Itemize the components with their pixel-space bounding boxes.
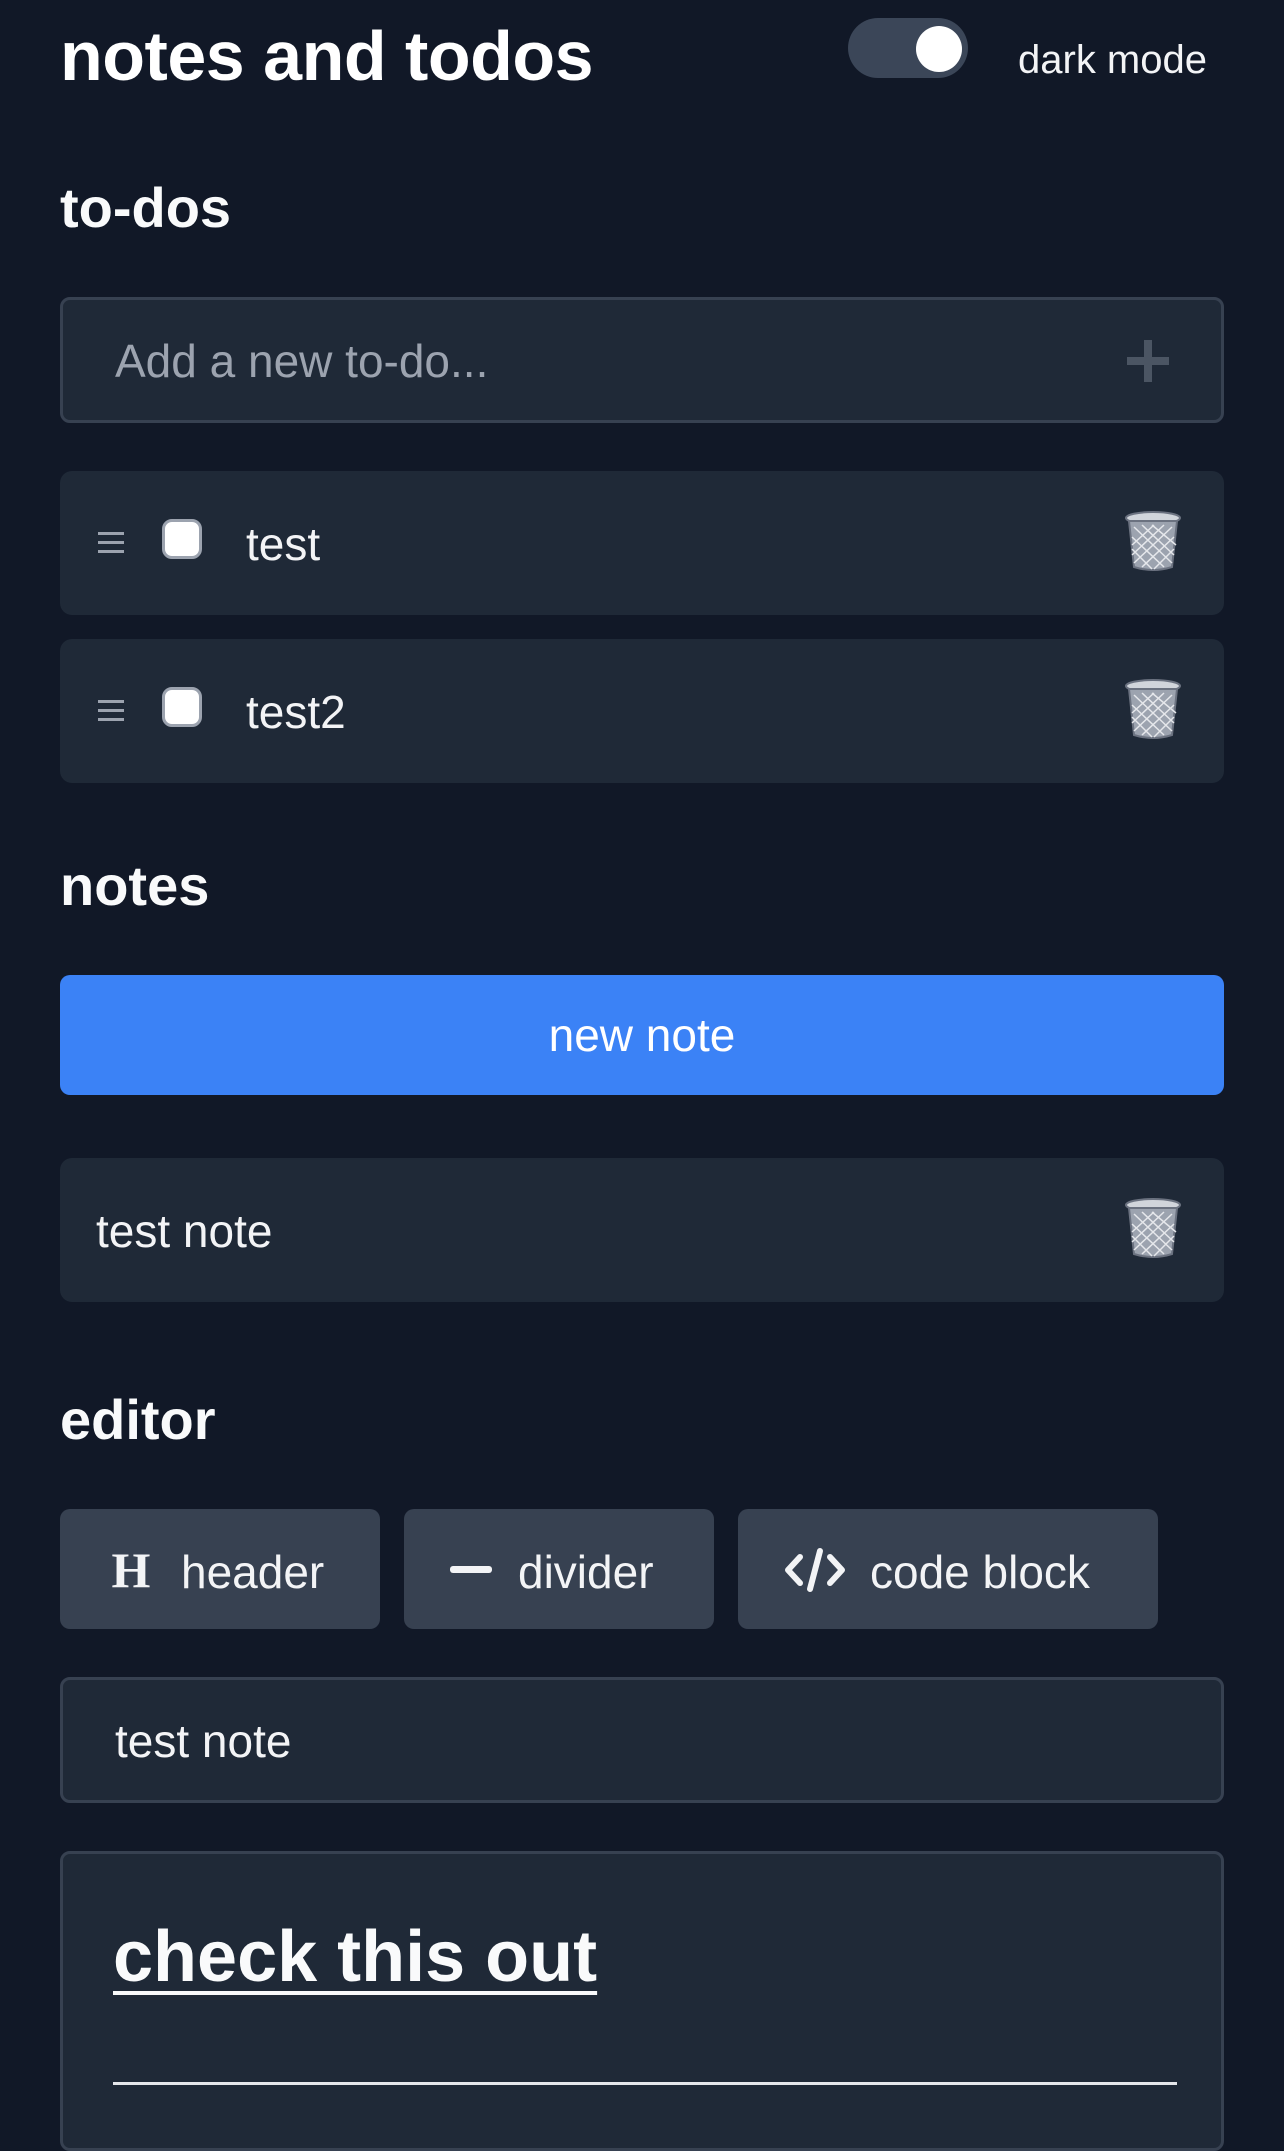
- trash-icon[interactable]: [1124, 1198, 1182, 1260]
- code-icon: [785, 1548, 845, 1592]
- todo-input-box: [60, 297, 1224, 423]
- dark-mode-toggle[interactable]: [848, 18, 968, 78]
- plus-icon[interactable]: [1125, 338, 1171, 384]
- drag-handle-icon[interactable]: [98, 531, 124, 555]
- notes-section-title: notes: [60, 854, 210, 917]
- code-block-button-label: code block: [870, 1546, 1090, 1598]
- drag-handle-icon[interactable]: [98, 699, 124, 723]
- top-bar: notes and todos dark mode: [60, 0, 1224, 120]
- todos-section-title: to-dos: [60, 176, 232, 239]
- note-content-editor[interactable]: check this out: [60, 1851, 1224, 2151]
- minus-icon: [450, 1566, 492, 1573]
- todo-checkbox[interactable]: [162, 687, 202, 727]
- note-item[interactable]: test note: [60, 1158, 1224, 1302]
- app-title: notes and todos: [60, 17, 594, 95]
- todo-item: test: [60, 471, 1224, 615]
- note-title-input[interactable]: [113, 1680, 1177, 1802]
- note-title-box: [60, 1677, 1224, 1803]
- todo-item: test2: [60, 639, 1224, 783]
- todo-input[interactable]: [113, 300, 1077, 422]
- content-divider: [113, 2082, 1177, 2085]
- divider-button-label: divider: [518, 1546, 654, 1598]
- svg-text:H: H: [112, 1545, 151, 1593]
- content-heading: check this out: [113, 1917, 598, 1997]
- toggle-knob: [916, 26, 962, 72]
- header-button-label: header: [181, 1546, 325, 1598]
- heading-icon: H: [112, 1545, 151, 1593]
- divider-button[interactable]: divider: [404, 1509, 714, 1629]
- todo-text: test: [246, 518, 321, 570]
- trash-icon[interactable]: [1124, 511, 1182, 573]
- note-title: test note: [96, 1205, 273, 1257]
- todo-text: test2: [246, 686, 346, 738]
- todo-checkbox[interactable]: [162, 519, 202, 559]
- new-note-button[interactable]: new note: [60, 975, 1224, 1095]
- code-block-button[interactable]: code block: [738, 1509, 1158, 1629]
- editor-section-title: editor: [60, 1388, 216, 1451]
- trash-icon[interactable]: [1124, 679, 1182, 741]
- dark-mode-label: dark mode: [1018, 38, 1207, 82]
- header-button[interactable]: H header: [60, 1509, 380, 1629]
- app-container: notes and todos dark mode to-dos test: [60, 0, 1224, 2151]
